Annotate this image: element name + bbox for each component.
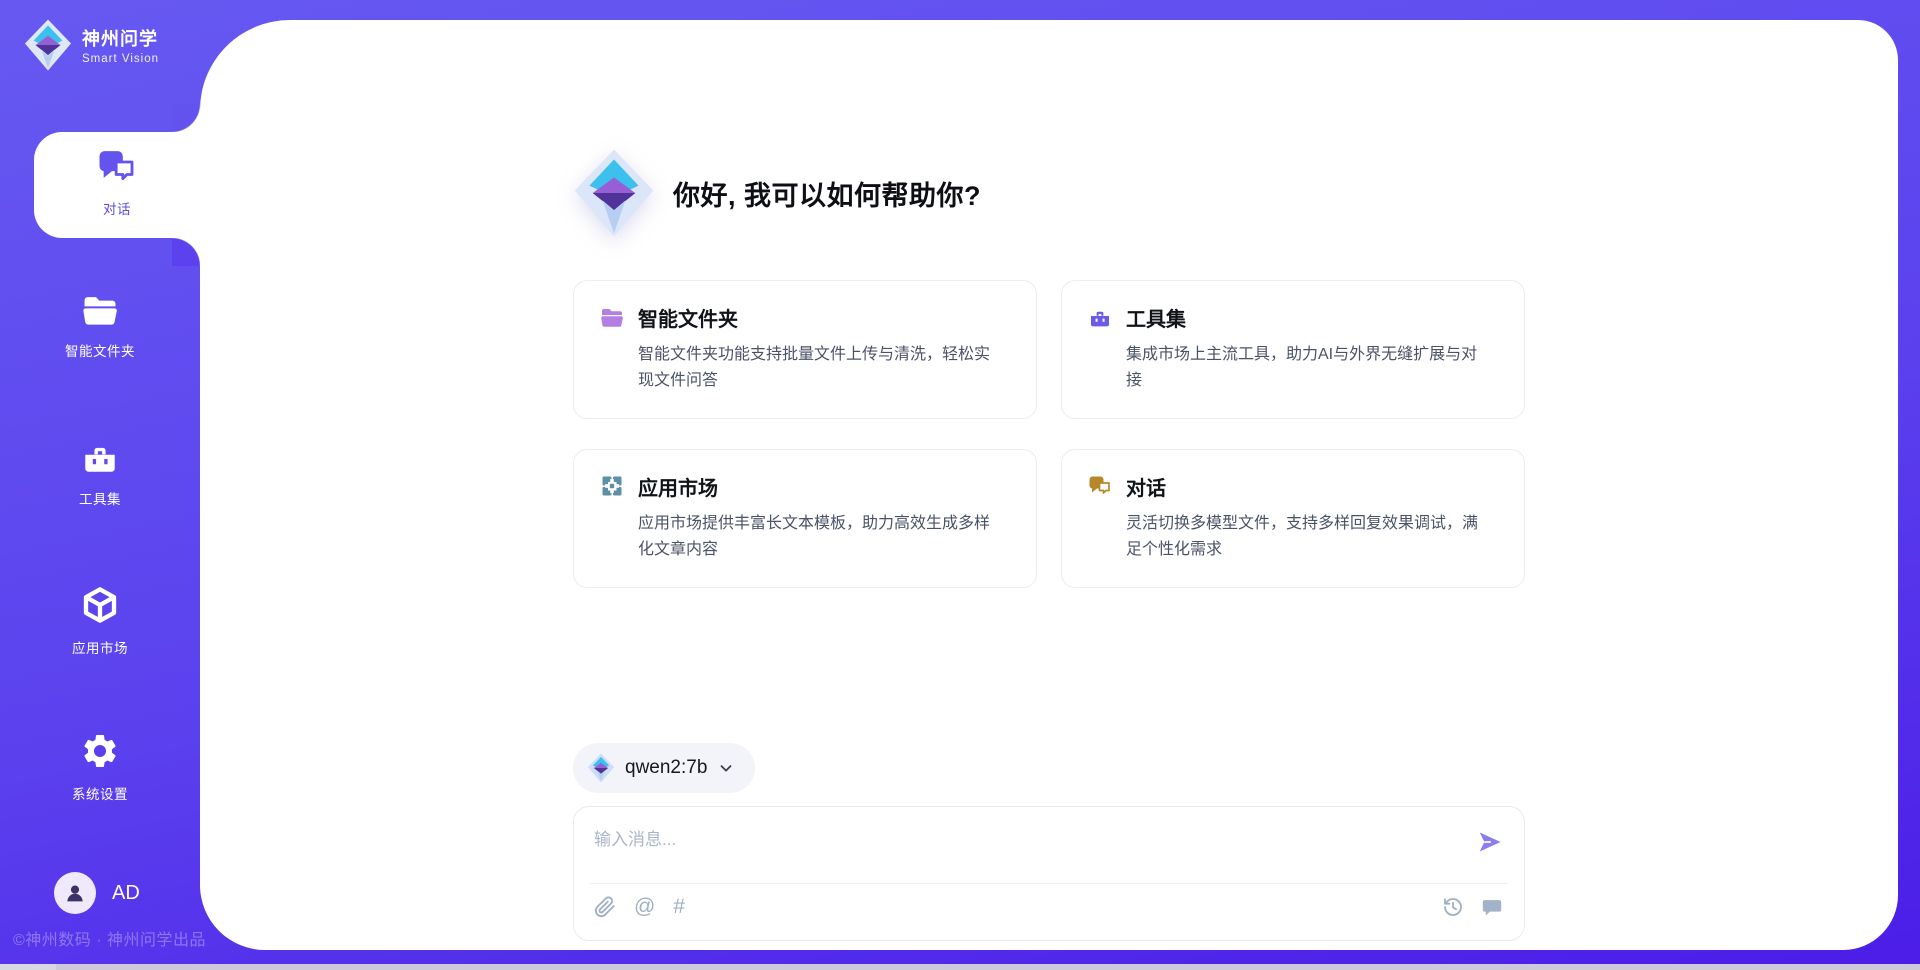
brand-diamond-icon [24,18,72,72]
hashtag-button[interactable]: # [673,896,685,917]
sidebar-item-settings[interactable]: 系统设置 [0,731,200,803]
sidebar: 神州问学 Smart Vision 对话 智能文件夹 工具集 [0,0,200,970]
main-panel: 你好, 我可以如何帮助你? 智能文件夹 智能文件夹功能支持批量文件上传与清洗，轻… [200,20,1898,950]
card-toolbox[interactable]: 工具集 集成市场上主流工具，助力AI与外界无缝扩展与对接 [1061,280,1525,419]
sidebar-item-chat[interactable]: 对话 [34,132,200,238]
card-title: 智能文件夹 [638,303,738,332]
card-description: 应用市场提供丰富长文本模板，助力高效生成多样化文章内容 [638,511,990,563]
copyright-footer: ©神州数码 · 神州问学出品 [13,926,206,950]
chat-icon [97,148,137,186]
card-smart-folder[interactable]: 智能文件夹 智能文件夹功能支持批量文件上传与清洗，轻松实现文件问答 [573,280,1037,419]
window-bottom-edge [0,964,1920,970]
greeting-title: 你好, 我可以如何帮助你? [673,174,981,213]
app-subtitle: Smart Vision [82,53,159,65]
cube-icon [80,585,120,625]
user-initials: AD [112,882,140,905]
chevron-down-icon [717,759,735,777]
card-title: 对话 [1126,472,1166,501]
sidebar-item-label: 工具集 [0,488,200,508]
tab-curve-bottom [172,238,200,266]
card-description: 集成市场上主流工具，助力AI与外界无缝扩展与对接 [1126,342,1478,394]
sidebar-item-toolbox[interactable]: 工具集 [0,440,200,508]
card-description: 灵活切换多模型文件，支持多样回复效果调试，满足个性化需求 [1126,511,1478,563]
sidebar-item-app-market[interactable]: 应用市场 [0,585,200,657]
model-selector[interactable]: qwen2:7b [573,743,755,793]
message-composer: @ # [573,806,1525,941]
card-description: 智能文件夹功能支持批量文件上传与清洗，轻松实现文件问答 [638,342,990,394]
history-button[interactable] [1442,896,1464,918]
paperclip-icon [594,896,616,918]
folder-icon [81,294,119,328]
gear-icon [80,731,120,771]
sidebar-item-label: 应用市场 [0,637,200,657]
history-icon [1442,896,1464,918]
chat-bubble-icon [1480,896,1504,918]
message-input[interactable] [594,821,1476,879]
sidebar-item-label: 系统设置 [0,783,200,803]
attach-file-button[interactable] [594,896,616,918]
user-account[interactable]: AD [54,872,140,914]
model-diamond-icon [587,753,615,783]
card-app-market[interactable]: 应用市场 应用市场提供丰富长文本模板，助力高效生成多样化文章内容 [573,449,1037,588]
app-title: 神州问学 [82,25,159,51]
feature-cards: 智能文件夹 智能文件夹功能支持批量文件上传与清洗，轻松实现文件问答 工具集 集成… [573,280,1525,588]
sidebar-item-smart-folder[interactable]: 智能文件夹 [0,294,200,360]
grid-icon [600,474,624,498]
sidebar-item-label: 智能文件夹 [0,340,200,360]
person-icon [63,881,87,905]
app-logo: 神州问学 Smart Vision [24,18,159,72]
send-button[interactable] [1476,829,1504,855]
conversation-button[interactable] [1480,896,1504,918]
folder-icon [600,306,624,330]
card-title: 应用市场 [638,472,718,501]
greeting-header: 你好, 我可以如何帮助你? [573,148,1525,238]
toolbox-icon [1088,306,1112,330]
model-name: qwen2:7b [625,757,707,779]
toolbox-icon [80,440,120,476]
hero-diamond-icon [573,148,655,238]
sidebar-item-label: 对话 [34,198,200,218]
chat-icon [1088,474,1112,498]
card-chat[interactable]: 对话 灵活切换多模型文件，支持多样回复效果调试，满足个性化需求 [1061,449,1525,588]
tab-curve-top [172,104,200,132]
send-icon [1476,829,1504,855]
mention-button[interactable]: @ [634,896,655,917]
card-title: 工具集 [1126,303,1186,332]
avatar [54,872,96,914]
